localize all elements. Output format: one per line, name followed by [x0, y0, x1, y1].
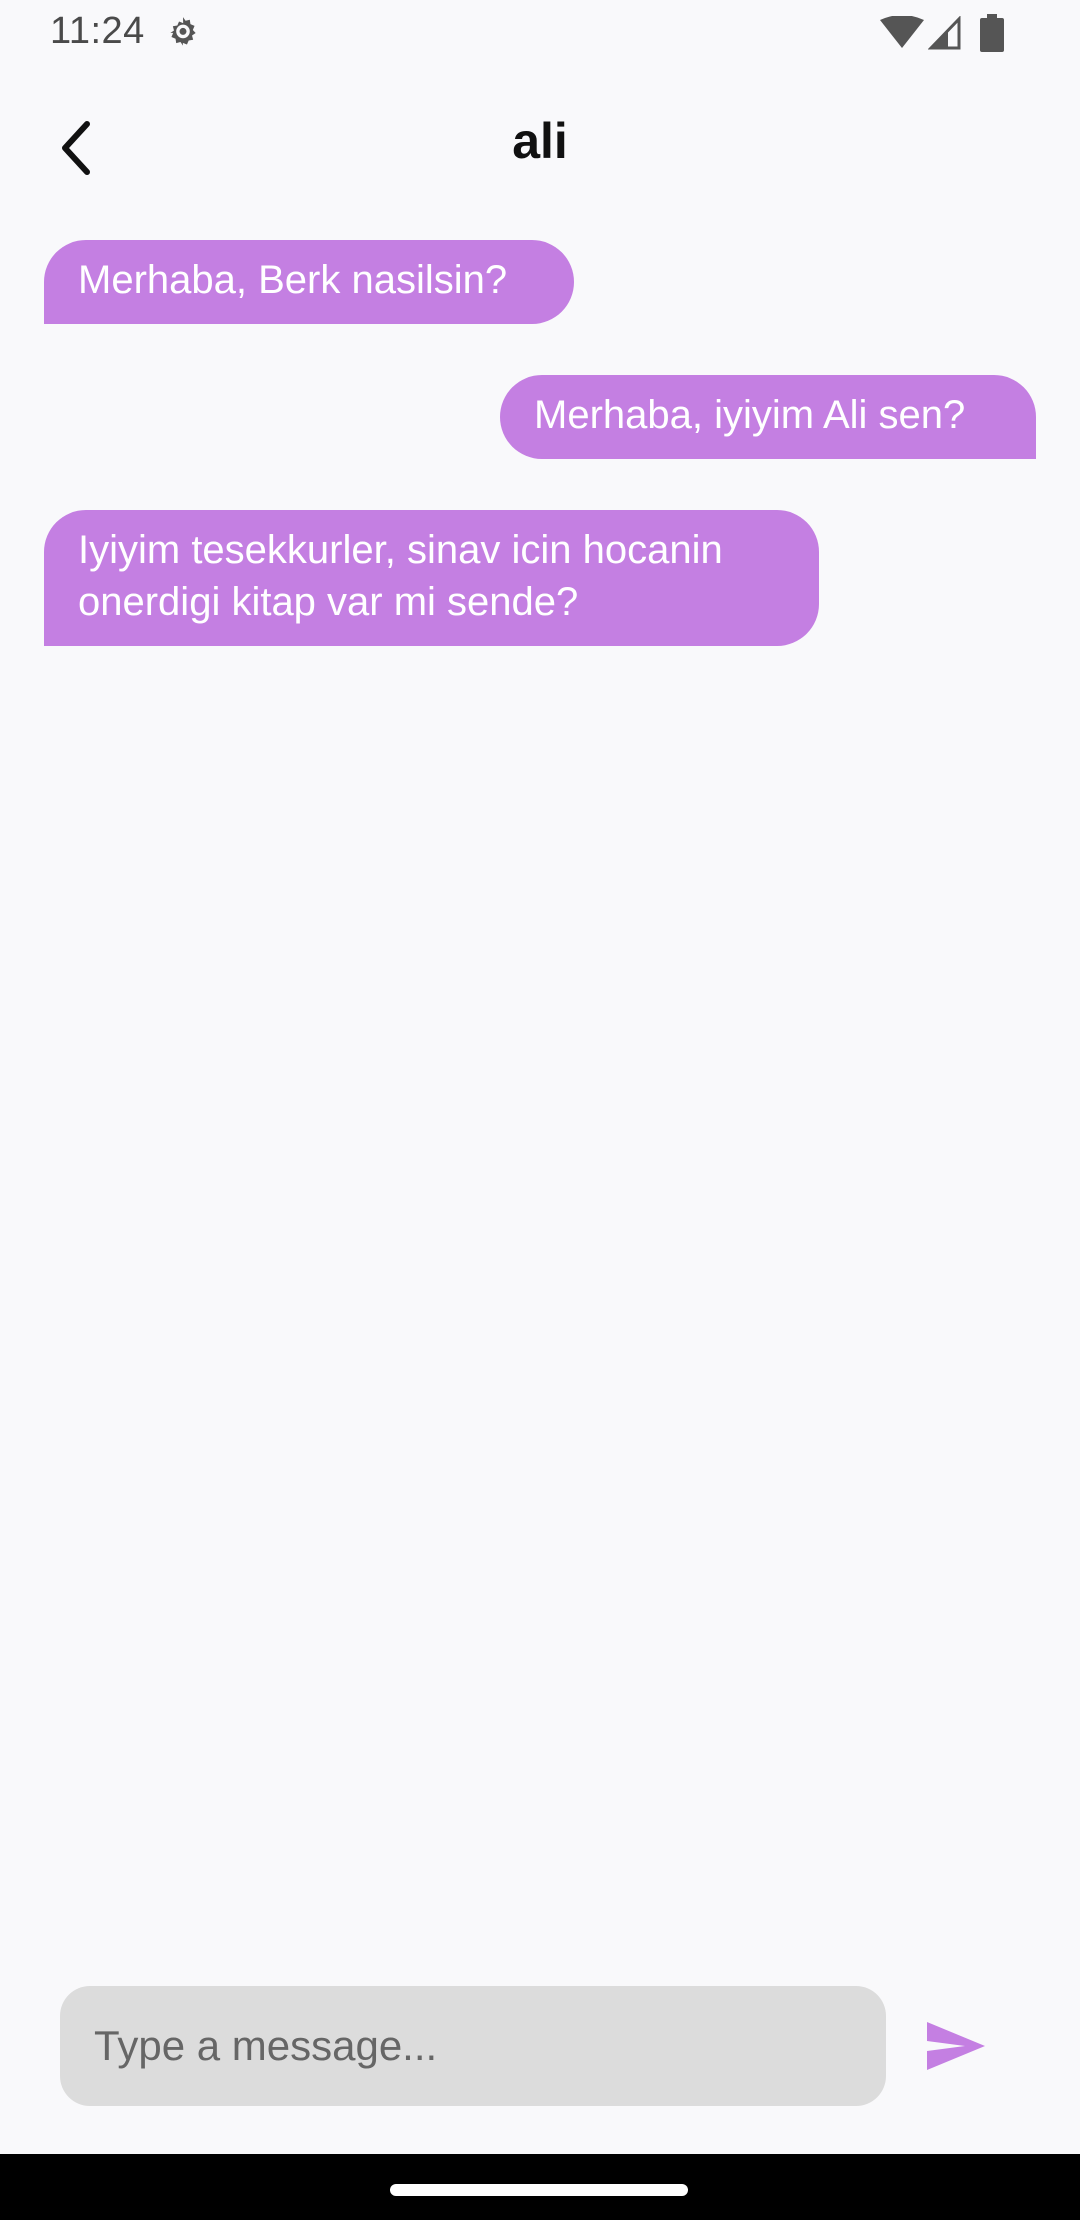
message-bubble-outgoing: Merhaba, iyiyim Ali sen? — [500, 375, 1036, 459]
wifi-icon — [880, 16, 924, 48]
message-list[interactable]: Merhaba, Berk nasilsin? Merhaba, iyiyim … — [0, 216, 1080, 1946]
message-bubble-incoming: Merhaba, Berk nasilsin? — [44, 240, 574, 324]
battery-icon — [980, 14, 1004, 52]
home-handle[interactable] — [390, 2184, 688, 2196]
gear-icon — [170, 17, 196, 46]
system-nav-bar — [0, 2154, 1080, 2220]
app-bar: ali — [0, 66, 1080, 216]
signal-icon — [928, 16, 961, 50]
send-icon — [927, 2022, 985, 2070]
status-bar: 11:24 — [0, 0, 1080, 66]
chat-screen: 11:24 ali Merhaba, Berk nasilsin? Merhab… — [0, 0, 1080, 2220]
message-input[interactable] — [60, 1986, 886, 2106]
message-bubble-incoming: Iyiyim tesekkurler, sinav icin hocanin o… — [44, 510, 819, 646]
send-button[interactable] — [916, 2006, 996, 2086]
status-time: 11:24 — [50, 10, 145, 52]
chat-title: ali — [512, 113, 568, 169]
composer-bar — [0, 1970, 1080, 2120]
